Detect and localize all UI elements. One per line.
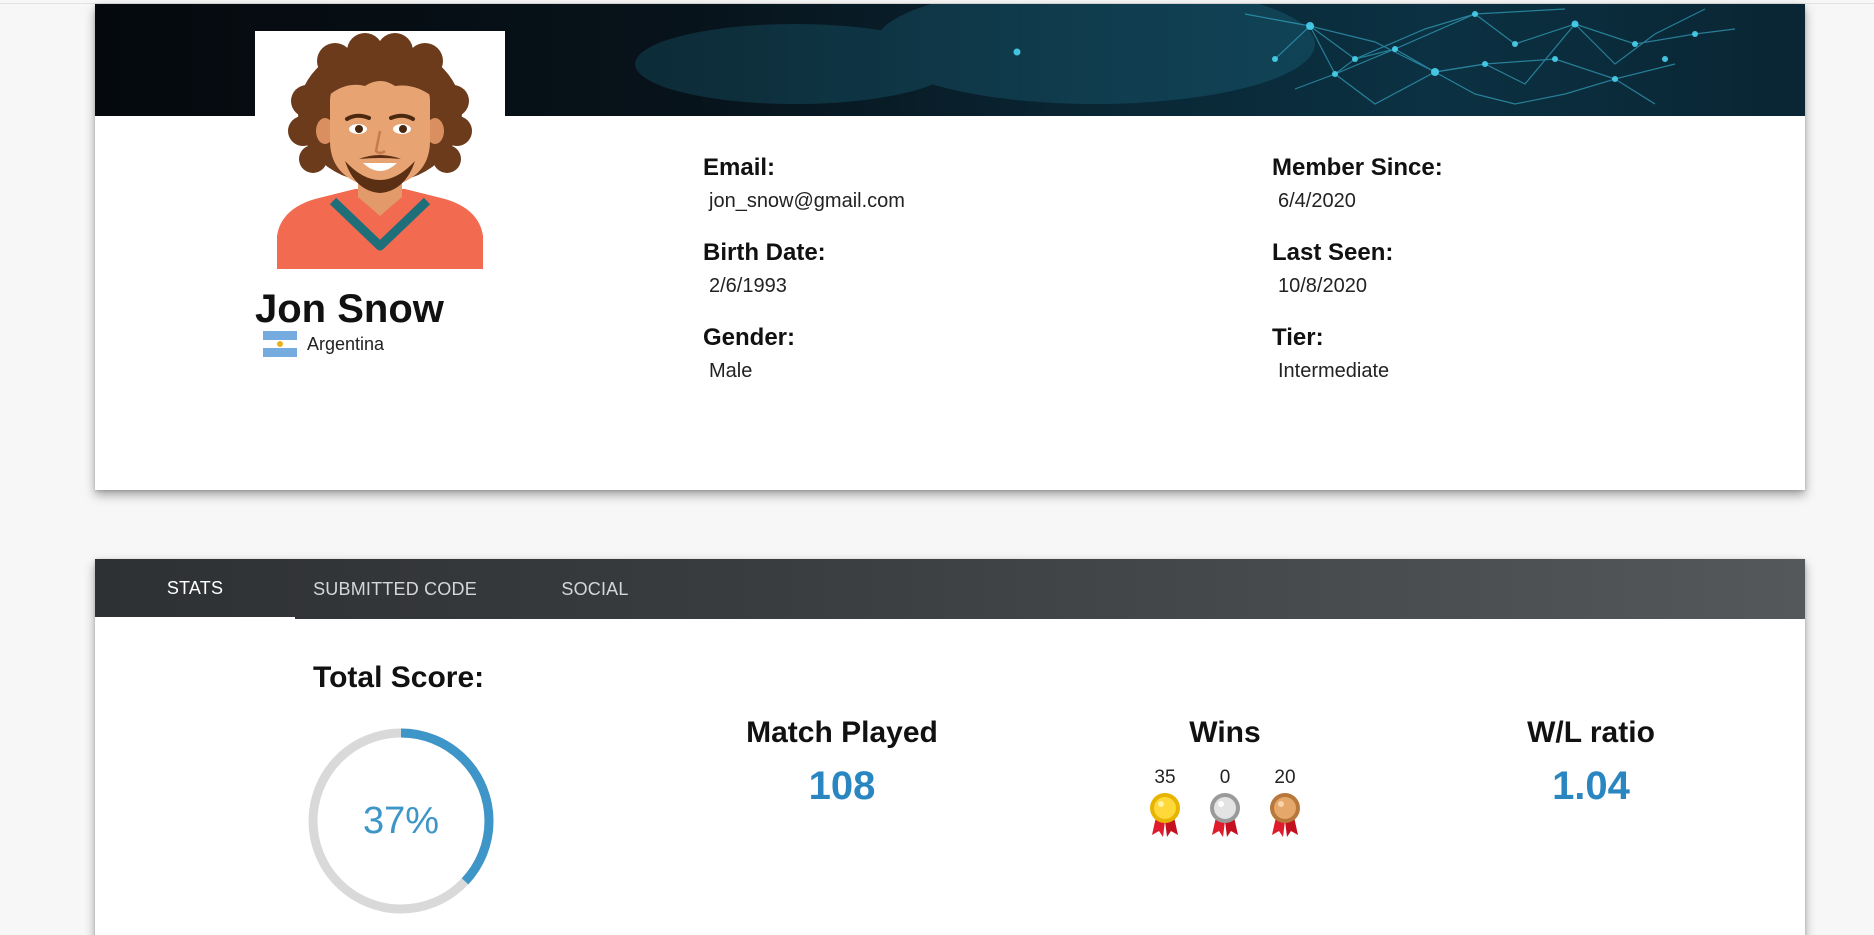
- user-name: Jon Snow: [255, 287, 444, 331]
- tab-stats[interactable]: STATS: [95, 559, 295, 619]
- member-since-value: 6/4/2020: [1278, 190, 1356, 212]
- email-label: Email:: [703, 154, 776, 181]
- email-field: Email: jon_snow@gmail.com: [703, 154, 905, 213]
- tab-social[interactable]: SOCIAL: [495, 559, 695, 619]
- last-seen-value: 10/8/2020: [1278, 275, 1367, 297]
- gold-medal: 35: [1135, 767, 1195, 837]
- tier-value: Intermediate: [1278, 360, 1390, 382]
- bronze-medal: 20: [1255, 767, 1315, 837]
- gold-count: 35: [1154, 767, 1176, 788]
- gold-medal-icon: [1150, 793, 1180, 837]
- email-value: jon_snow@gmail.com: [709, 190, 905, 212]
- birth-date-value: 2/6/1993: [709, 275, 787, 297]
- member-since-field: Member Since: 6/4/2020: [1272, 154, 1443, 213]
- tier-label: Tier:: [1272, 324, 1324, 351]
- stats-card: STATS SUBMITTED CODE SOCIAL Total Score:…: [95, 559, 1805, 935]
- tier-field: Tier: Intermediate: [1272, 324, 1389, 383]
- last-seen-label: Last Seen:: [1272, 239, 1394, 266]
- birth-date-label: Birth Date:: [703, 239, 826, 266]
- bronze-count: 20: [1274, 767, 1296, 788]
- wl-ratio-stat: W/L ratio 1.04: [1476, 716, 1706, 809]
- profile-card: Jon Snow Argentina Email: jon_snow@gmail…: [95, 4, 1805, 490]
- country-label: Argentina: [307, 333, 385, 354]
- gender-field: Gender: Male: [703, 324, 795, 383]
- match-played-label: Match Played: [746, 716, 938, 749]
- avatar: [255, 31, 505, 271]
- gender-value: Male: [709, 360, 753, 382]
- total-score-value: 37%: [362, 799, 440, 842]
- silver-medal: 0: [1195, 767, 1255, 837]
- tab-bar: STATS SUBMITTED CODE SOCIAL: [95, 559, 1805, 619]
- country: Argentina: [263, 331, 384, 357]
- wins-label: Wins: [1189, 716, 1261, 749]
- match-played-stat: Match Played 108: [727, 716, 957, 809]
- wl-ratio-value: 1.04: [1552, 764, 1630, 808]
- wins-medals: 35 0 20: [1135, 767, 1315, 837]
- argentina-flag-icon: [263, 331, 297, 357]
- silver-count: 0: [1219, 767, 1231, 788]
- tab-submitted-code[interactable]: SUBMITTED CODE: [295, 559, 495, 619]
- match-played-value: 108: [808, 764, 876, 808]
- gender-label: Gender:: [703, 324, 796, 351]
- bronze-medal-icon: [1270, 793, 1300, 837]
- birth-date-field: Birth Date: 2/6/1993: [703, 239, 826, 298]
- wl-ratio-label: W/L ratio: [1527, 716, 1655, 749]
- total-score-label: Total Score:: [313, 661, 485, 694]
- member-since-label: Member Since:: [1272, 154, 1443, 181]
- wins-stat: Wins: [1110, 716, 1340, 750]
- silver-medal-icon: [1210, 793, 1240, 837]
- last-seen-field: Last Seen: 10/8/2020: [1272, 239, 1393, 298]
